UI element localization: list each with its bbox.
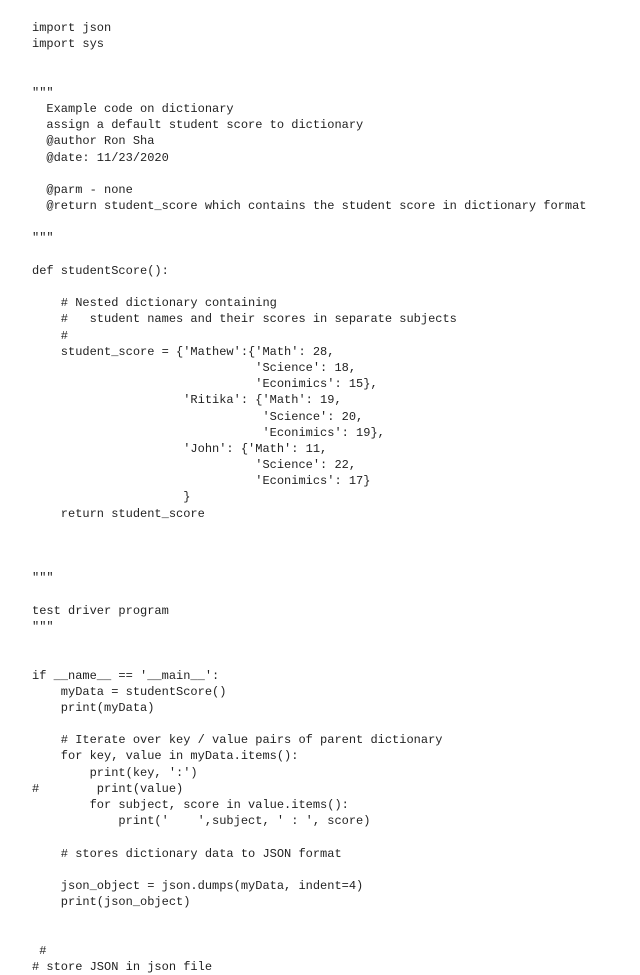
code-block: import json import sys """ Example code … (0, 0, 640, 975)
